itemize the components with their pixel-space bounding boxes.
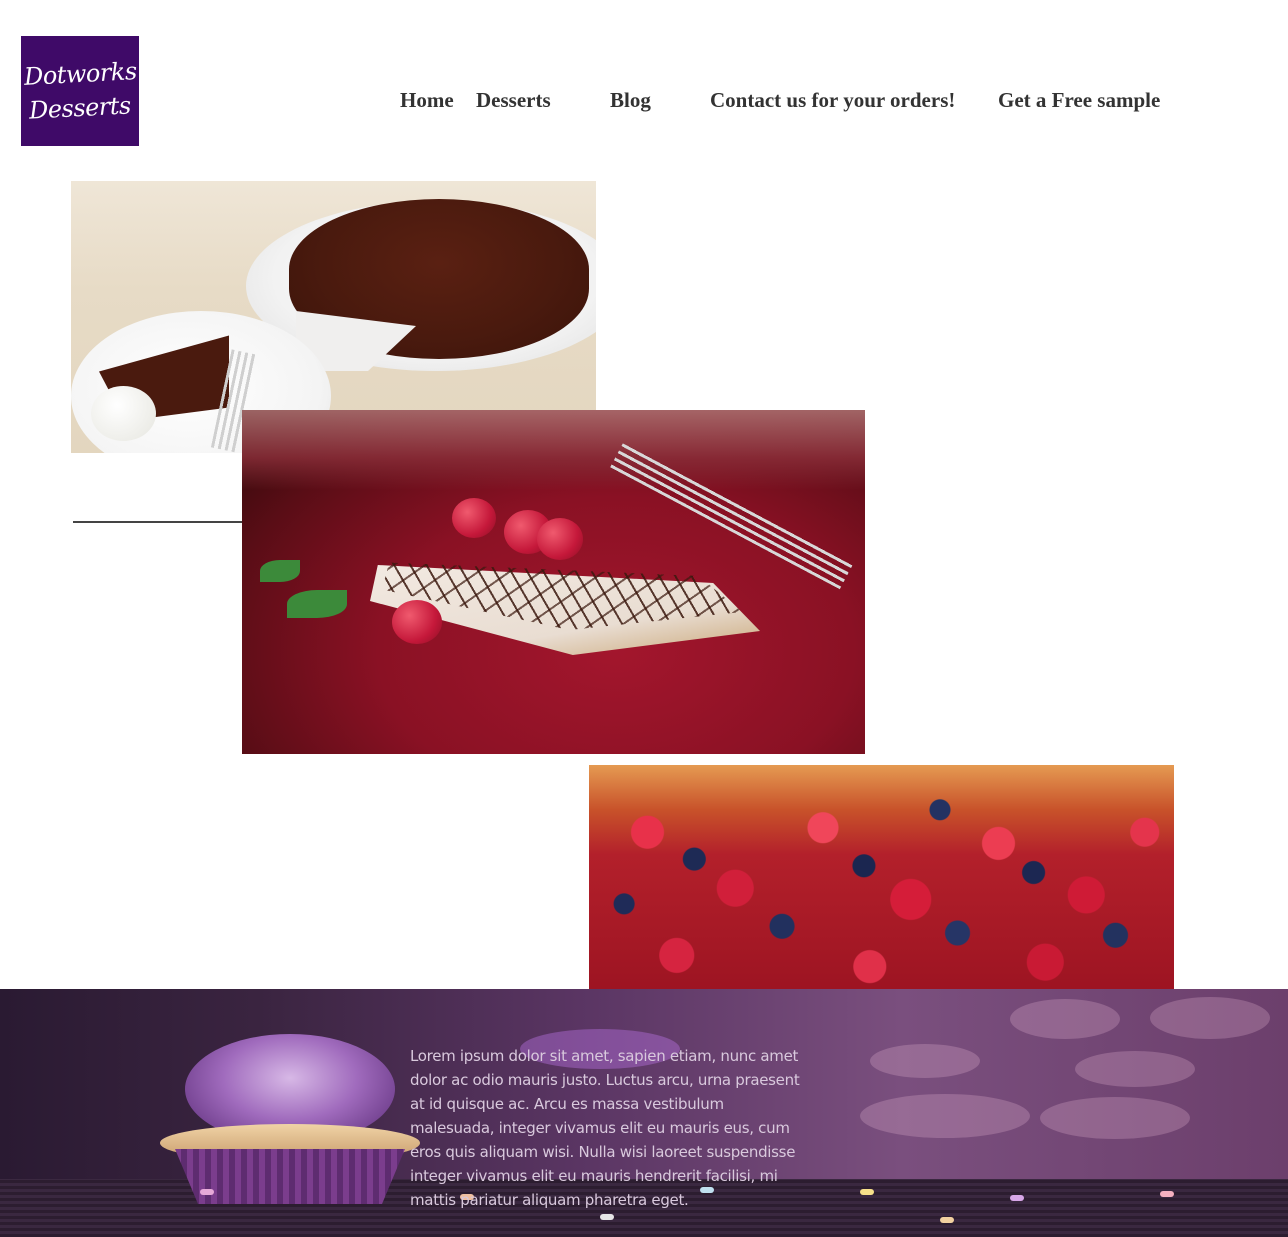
bokeh-light: [1075, 1051, 1195, 1087]
bokeh-light: [870, 1044, 980, 1078]
confetti: [600, 1214, 614, 1220]
confetti: [200, 1189, 214, 1195]
footer-banner: Lorem ipsum dolor sit amet, sapien etiam…: [0, 989, 1288, 1237]
bokeh-light: [1010, 999, 1120, 1039]
confetti: [860, 1189, 874, 1195]
logo-line-2: Desserts: [28, 91, 132, 125]
nav-blog[interactable]: Blog: [610, 88, 651, 113]
nav-desserts[interactable]: Desserts: [476, 88, 551, 113]
bokeh-light: [1040, 1097, 1190, 1139]
berry-tart-image: [589, 765, 1174, 989]
confetti: [1010, 1195, 1024, 1201]
nav-free-sample[interactable]: Get a Free sample: [998, 88, 1160, 113]
bokeh-light: [860, 1094, 1030, 1138]
confetti: [940, 1217, 954, 1223]
blueberries: [589, 765, 1174, 989]
mint-leaf: [287, 590, 347, 618]
confetti: [1160, 1191, 1174, 1197]
ice-cream-scoop: [91, 386, 156, 441]
nav-contact[interactable]: Contact us for your orders!: [710, 88, 955, 113]
blurred-plate-background: [242, 410, 865, 490]
footer-paragraph: Lorem ipsum dolor sit amet, sapien etiam…: [410, 1047, 800, 1209]
site-logo[interactable]: Dotworks Desserts: [21, 36, 139, 146]
raspberry: [537, 518, 583, 560]
cheesecake-image: [242, 410, 865, 754]
raspberry: [392, 600, 442, 644]
bokeh-light: [1150, 997, 1270, 1039]
divider-line-bottom: [73, 521, 245, 523]
cupcake-liner: [175, 1149, 405, 1204]
mint-leaf: [260, 560, 300, 582]
raspberry: [452, 498, 496, 538]
nav-home[interactable]: Home: [400, 88, 454, 113]
